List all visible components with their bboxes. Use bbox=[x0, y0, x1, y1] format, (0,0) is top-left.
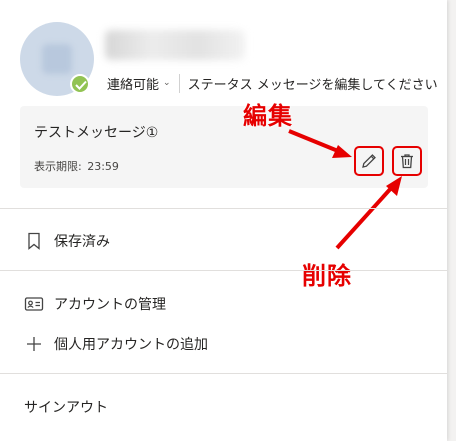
sign-out-button[interactable]: サインアウト bbox=[24, 397, 108, 417]
profile-panel: 連絡可能 ⌄ ステータス メッセージを編集してください テストメッセージ① 表示… bbox=[0, 0, 447, 441]
divider bbox=[0, 208, 447, 209]
divider bbox=[0, 270, 447, 271]
arrow-to-delete bbox=[335, 176, 402, 250]
plus-icon bbox=[24, 334, 44, 354]
menu-item-add-personal-account[interactable]: 個人用アカウントの追加 bbox=[24, 334, 208, 354]
sign-out-label: サインアウト bbox=[24, 400, 108, 416]
arrow-to-edit bbox=[288, 129, 352, 158]
menu-item-label: 保存済み bbox=[54, 234, 110, 250]
menu-item-label: 個人用アカウントの追加 bbox=[54, 337, 208, 353]
menu-item-label: アカウントの管理 bbox=[54, 297, 166, 313]
bookmark-icon bbox=[24, 231, 44, 251]
menu-item-manage-account[interactable]: アカウントの管理 bbox=[24, 294, 166, 314]
id-card-icon bbox=[24, 294, 44, 314]
divider bbox=[0, 373, 447, 374]
menu-item-saved[interactable]: 保存済み bbox=[24, 231, 110, 251]
annotation-arrows bbox=[288, 129, 402, 250]
